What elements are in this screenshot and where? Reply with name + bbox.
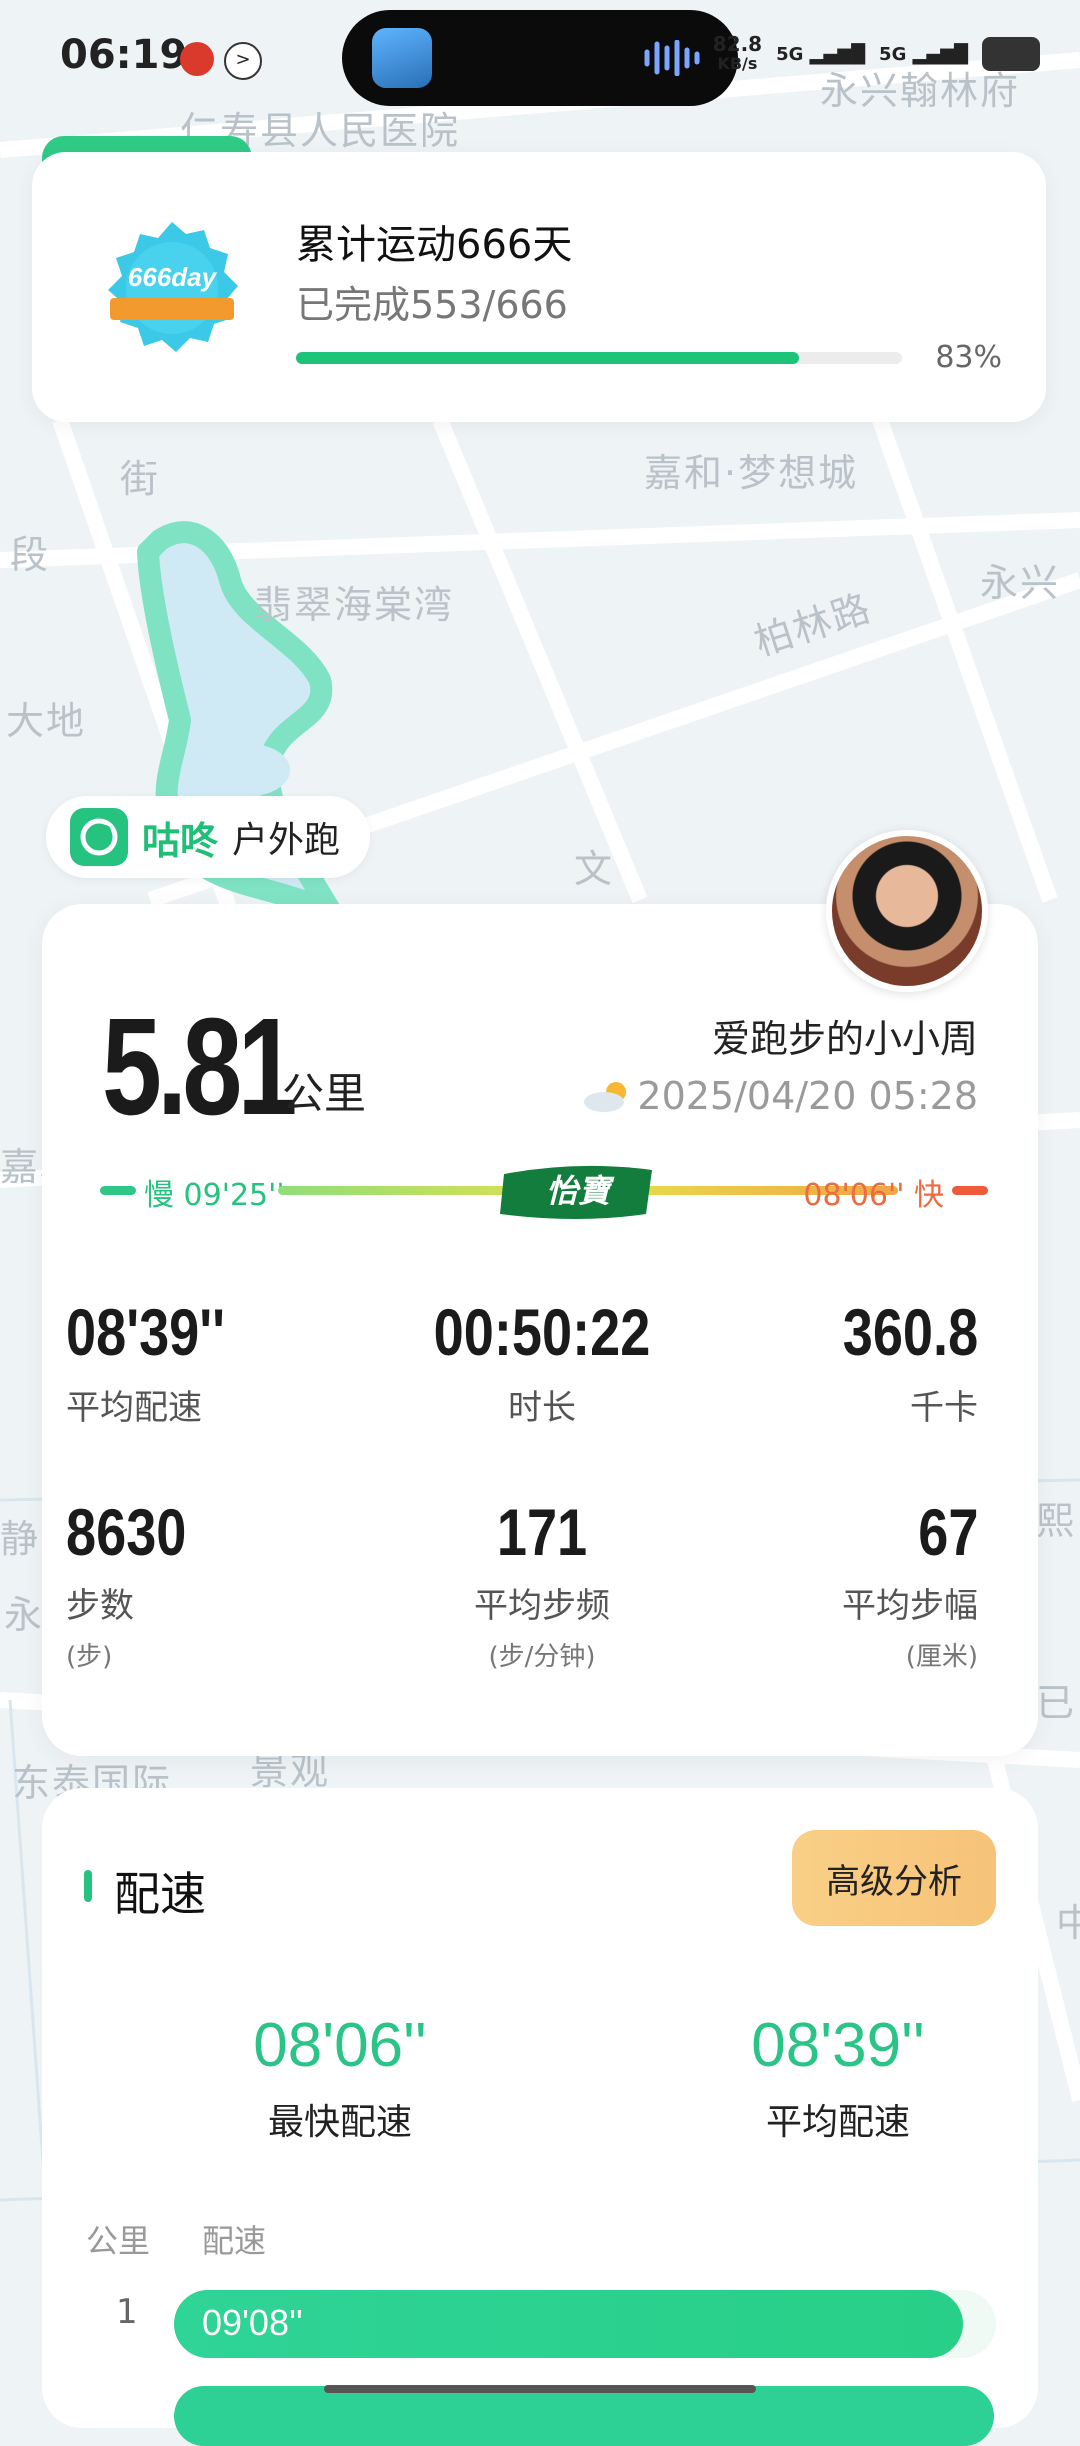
audio-wave-icon [644, 40, 700, 76]
home-indicator[interactable] [324, 2385, 756, 2393]
section-marker [84, 1870, 92, 1902]
map-label: 文 [574, 847, 615, 891]
map-label: 翡翠海棠湾 [254, 583, 455, 627]
run-datetime: 2025/04/20 05:28 [637, 1074, 978, 1118]
pace-section-title: 配速 [114, 1867, 206, 1921]
pace-fast-dot [952, 1186, 988, 1195]
map-label: 静 [0, 1517, 41, 1561]
achievement-progress-fill [296, 352, 799, 364]
stride-label: 平均步幅 [842, 1586, 978, 1626]
distance-unit: 公里 [282, 1069, 367, 1118]
duration-label: 时长 [508, 1388, 576, 1428]
duration-value: 00:50:22 [433, 1295, 651, 1369]
map-label: 中 [1056, 1901, 1080, 1945]
app-notification-icon [180, 42, 214, 76]
cadence-unit: (步/分钟) [488, 1642, 596, 1672]
slow-pace-label: 慢 09'25'' [144, 1178, 285, 1213]
map-label: 嘉和·梦想城 [644, 451, 859, 495]
badge-label: 666day [128, 262, 218, 292]
cadence-label: 平均步频 [474, 1586, 610, 1626]
signal-icon: 5G ▂▄▆█ [776, 43, 866, 65]
map-label: 永兴 [980, 561, 1061, 605]
pace-card: 配速 高级分析 08'06'' 最快配速 08'39'' 平均配速 公里 配速 … [42, 1788, 1038, 2446]
advanced-analysis-button[interactable]: 高级分析 [792, 1830, 996, 1926]
avg-pace-label: 平均配速 [66, 1388, 202, 1428]
steps-value: 8630 [66, 1495, 187, 1569]
map-label: 大地 [6, 699, 87, 743]
map-label: 已 [1036, 1681, 1077, 1725]
pace-column-header: 配速 [202, 2222, 267, 2260]
achievement-percent: 83% [935, 340, 1002, 375]
average-pace-block: 08'39'' 平均配速 [638, 2010, 1038, 2145]
fastest-pace-label: 最快配速 [267, 2102, 412, 2143]
achievement-card[interactable]: 666day 累计运动666天 已完成553/666 83% [32, 152, 1046, 422]
activity-type: 户外跑 [232, 820, 341, 861]
codoon-logo-icon [70, 808, 128, 866]
fastest-pace-block: 08'06'' 最快配速 [140, 2010, 540, 2145]
map-label: 永 [4, 1593, 45, 1637]
signal-icon: 5G ▂▄▆█ [879, 43, 968, 65]
network-speed-value: 82.8 [712, 32, 763, 56]
km-row-number: 1 [116, 2292, 138, 2332]
map-label: 段 [10, 533, 51, 577]
status-bar: 06:19 > 82.8 KB/s 5G ▂▄▆█ 5G ▂▄▆█ [0, 0, 1080, 120]
status-icons: 82.8 KB/s 5G ▂▄▆█ 5G ▂▄▆█ [713, 34, 1040, 74]
sponsor-logo: 怡寶 [500, 1165, 652, 1219]
network-speed-unit: KB/s [717, 54, 758, 73]
achievement-progress-bar [296, 352, 902, 364]
achievement-title: 累计运动666天 [296, 222, 573, 268]
run-summary-card: 5.81 公里 爱跑步的小小周 2025/04/20 05:28 慢 09'25… [42, 904, 1038, 1756]
km-column-header: 公里 [86, 2222, 151, 2260]
signal-label: 5G [776, 43, 804, 65]
666day-badge-icon: 666day [108, 222, 238, 352]
calories-value: 360.8 [842, 1295, 978, 1369]
battery-icon [982, 37, 1040, 71]
calories-label: 千卡 [910, 1388, 978, 1428]
avg-pace-value: 08'39'' [66, 1295, 226, 1369]
cloudy-sun-icon [584, 1082, 626, 1112]
network-speed: 82.8 KB/s [713, 34, 762, 74]
steps-label: 步数 [66, 1586, 134, 1626]
dynamic-island[interactable] [342, 10, 738, 106]
fastest-pace-value: 08'06'' [253, 2011, 427, 2080]
brand-chip: 咕咚 户外跑 [46, 796, 371, 878]
pace-range-bar: 慢 09'25'' 08'06'' 快 怡寶 [100, 1164, 988, 1219]
fast-pace-label: 08'06'' 快 [803, 1178, 944, 1213]
map-label: 街 [120, 457, 161, 501]
cadence-value: 171 [496, 1495, 588, 1569]
terminal-icon: > [224, 42, 262, 80]
brand-name: 咕咚 [142, 818, 219, 863]
steps-unit: (步) [66, 1642, 113, 1672]
km-row-pace: 09'08'' [202, 2302, 303, 2343]
pace-slow-dot [100, 1186, 136, 1195]
achievement-progress-text: 已完成553/666 [296, 283, 568, 327]
distance-value: 5.81 [102, 990, 297, 1144]
username[interactable]: 爱跑步的小小周 [712, 1008, 978, 1063]
user-avatar[interactable] [826, 830, 988, 992]
average-pace-value: 08'39'' [751, 2011, 925, 2080]
km-row-bar [174, 2386, 994, 2446]
stride-value: 67 [917, 1495, 978, 1569]
average-pace-label: 平均配速 [765, 2102, 910, 2143]
map-label: 熙 [1036, 1499, 1077, 1543]
sponsor-text: 怡寶 [546, 1172, 615, 1210]
clock: 06:19 [60, 32, 188, 78]
signal-label: 5G [879, 43, 907, 65]
stride-unit: (厘米) [905, 1642, 978, 1672]
media-thumbnail [372, 28, 432, 88]
